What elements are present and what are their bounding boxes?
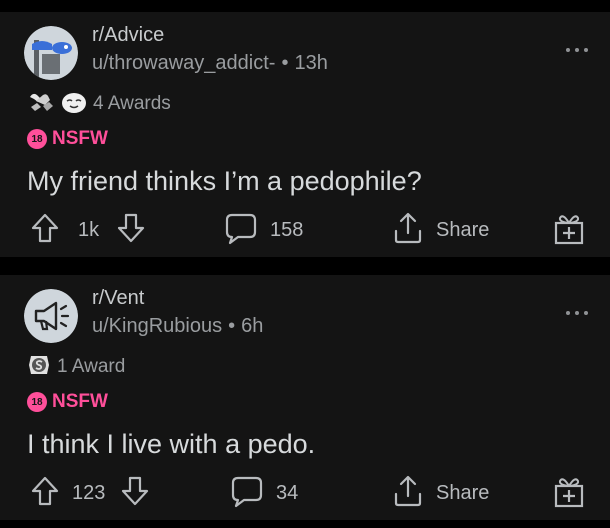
speech-bubble-icon	[230, 474, 264, 513]
comments-button[interactable]: 158	[224, 210, 303, 250]
post-meta: u/throwaway_addict- • 13h	[92, 52, 328, 75]
username[interactable]: u/KingRubious	[92, 315, 222, 337]
nsfw-label: NSFW	[52, 128, 108, 149]
subreddit-avatar-icon[interactable]	[24, 26, 78, 80]
awards-row[interactable]: 1 Award	[27, 353, 125, 381]
meta-separator: •	[281, 52, 289, 74]
post-time: 6h	[241, 315, 264, 337]
speech-bubble-icon	[224, 211, 258, 250]
gift-award-button[interactable]	[553, 210, 585, 250]
arrow-up-icon	[30, 475, 60, 512]
subreddit-name[interactable]: r/Vent	[92, 287, 144, 310]
more-options-icon[interactable]	[566, 309, 588, 317]
nsfw-18-icon: 18	[27, 129, 47, 149]
arrow-down-icon	[120, 475, 150, 512]
feed: r/Advice u/throwaway_addict- • 13h 4 Awa…	[0, 0, 610, 528]
comment-count: 158	[270, 218, 304, 241]
award-silver-coin-icon	[27, 353, 51, 382]
more-options-icon[interactable]	[566, 46, 588, 54]
post-actions: 1k 158 Share	[0, 210, 610, 250]
post-time: 13h	[294, 52, 328, 74]
post-card[interactable]: r/Vent u/KingRubious • 6h 1 Award 18 NSFW …	[0, 275, 610, 520]
subreddit-name[interactable]: r/Advice	[92, 24, 164, 47]
post-card[interactable]: r/Advice u/throwaway_addict- • 13h 4 Awa…	[0, 12, 610, 257]
upvote-button[interactable]	[30, 210, 60, 250]
arrow-down-icon	[116, 212, 146, 249]
username[interactable]: u/throwaway_addict-	[92, 52, 275, 74]
awards-count: 1 Award	[57, 356, 126, 377]
share-label: Share	[436, 481, 490, 504]
subreddit-avatar-icon[interactable]	[24, 289, 78, 343]
post-actions: 123 34 Share	[0, 473, 610, 513]
awards-row[interactable]: 4 Awards	[27, 90, 171, 118]
gift-icon	[553, 211, 585, 250]
post-meta: u/KingRubious • 6h	[92, 315, 263, 338]
downvote-button[interactable]	[120, 473, 150, 513]
nsfw-18-icon: 18	[27, 392, 47, 412]
upvote-button[interactable]	[30, 473, 60, 513]
share-icon	[392, 474, 424, 513]
share-button[interactable]: Share	[392, 473, 489, 513]
downvote-button[interactable]	[116, 210, 146, 250]
share-icon	[392, 211, 424, 250]
share-button[interactable]: Share	[392, 210, 489, 250]
vote-count: 1k	[78, 218, 100, 241]
gift-award-button[interactable]	[553, 473, 585, 513]
post-title[interactable]: I think I live with a pedo.	[27, 429, 315, 460]
awards-count: 4 Awards	[93, 93, 171, 114]
nsfw-tag: 18 NSFW	[27, 391, 108, 413]
nsfw-tag: 18 NSFW	[27, 128, 108, 150]
gift-icon	[553, 474, 585, 513]
meta-separator: •	[228, 315, 236, 337]
post-title[interactable]: My friend thinks I’m a pedophile?	[27, 166, 422, 197]
award-hands-icon	[27, 89, 55, 120]
arrow-up-icon	[30, 212, 60, 249]
nsfw-label: NSFW	[52, 391, 108, 412]
comments-button[interactable]: 34	[230, 473, 298, 513]
vote-count: 123	[72, 481, 106, 504]
share-label: Share	[436, 218, 490, 241]
comment-count: 34	[276, 481, 299, 504]
award-face-icon	[61, 89, 87, 120]
